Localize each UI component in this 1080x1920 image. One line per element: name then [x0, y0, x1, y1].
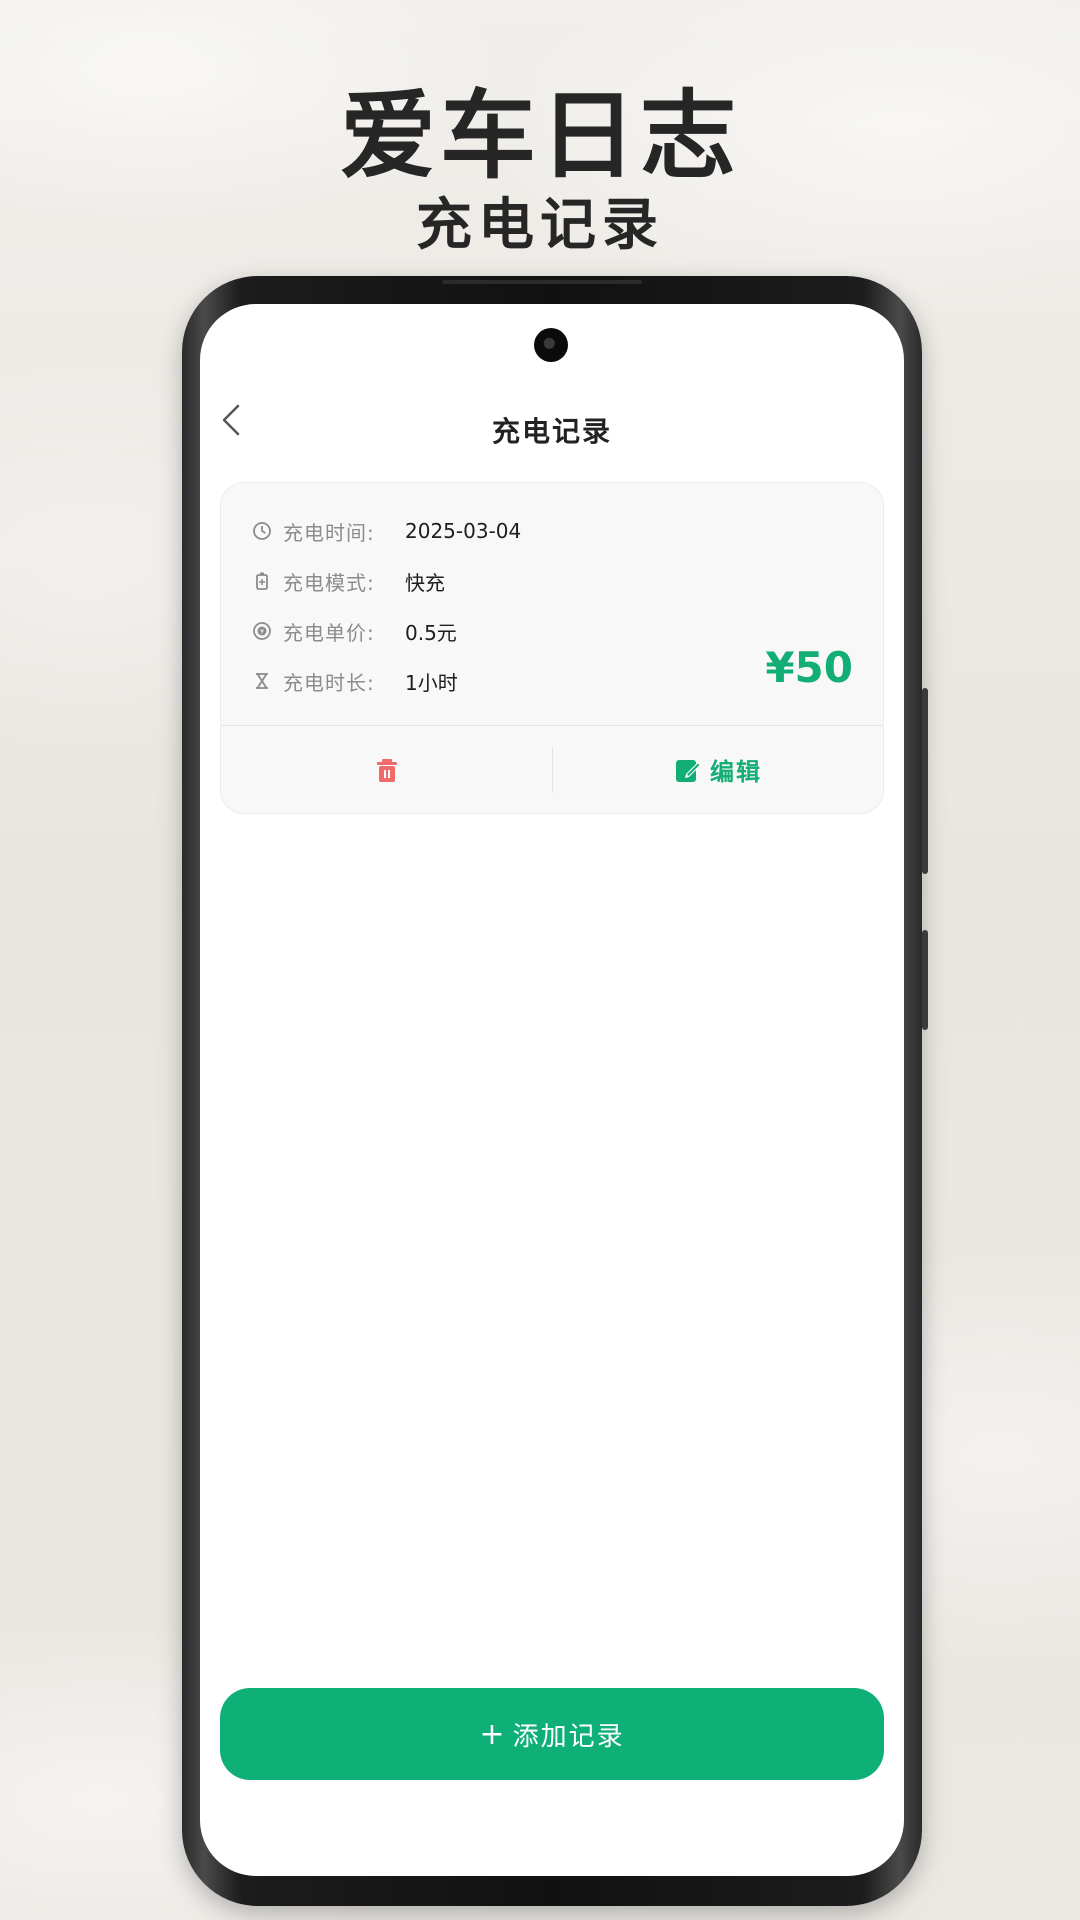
edit-label: 编辑 [710, 758, 762, 786]
app-screen: 充电记录 充电时间: 2025-03-04 充电模式: 快充 ¥ 充电单价: 0… [200, 304, 904, 1876]
page-title: 充电记录 [491, 415, 612, 448]
record-label: 充电时长: [283, 670, 375, 695]
volume-button [922, 930, 928, 1030]
promo-title: 爱车日志 [340, 79, 740, 192]
record-row-mode: 充电模式: 快充 [251, 561, 445, 601]
svg-text:¥: ¥ [260, 629, 264, 636]
add-record-label: 添加记录 [512, 1721, 625, 1752]
record-card: 充电时间: 2025-03-04 充电模式: 快充 ¥ 充电单价: 0.5元 充… [220, 482, 884, 814]
hourglass-icon [251, 670, 273, 692]
record-value: 0.5元 [405, 620, 457, 645]
promo-subtitle: 充电记录 [416, 192, 664, 258]
record-value: 1小时 [405, 670, 458, 695]
coin-icon: ¥ [251, 620, 273, 642]
record-label: 充电模式: [283, 570, 375, 595]
record-row-time: 充电时间: 2025-03-04 [251, 511, 521, 551]
edit-icon [676, 759, 701, 782]
record-amount: ¥50 [765, 643, 853, 692]
add-record-button[interactable]: + 添加记录 [220, 1688, 884, 1780]
record-label: 充电单价: [283, 620, 375, 645]
power-button [922, 688, 928, 874]
delete-button[interactable] [221, 726, 552, 813]
front-camera [534, 328, 568, 362]
record-row-duration: 充电时长: 1小时 [251, 661, 458, 701]
record-value: 2025-03-04 [405, 519, 522, 543]
plus-icon: + [479, 1716, 507, 1752]
record-value: 快充 [405, 570, 445, 595]
battery-icon [251, 570, 273, 592]
trash-icon [376, 758, 397, 782]
speaker-slot [442, 280, 642, 284]
edit-button[interactable]: 编辑 [553, 726, 883, 813]
clock-icon [251, 520, 273, 542]
record-label: 充电时间: [283, 520, 375, 545]
phone-frame: 充电记录 充电时间: 2025-03-04 充电模式: 快充 ¥ 充电单价: 0… [182, 276, 928, 1906]
record-row-price: ¥ 充电单价: 0.5元 [251, 611, 457, 651]
